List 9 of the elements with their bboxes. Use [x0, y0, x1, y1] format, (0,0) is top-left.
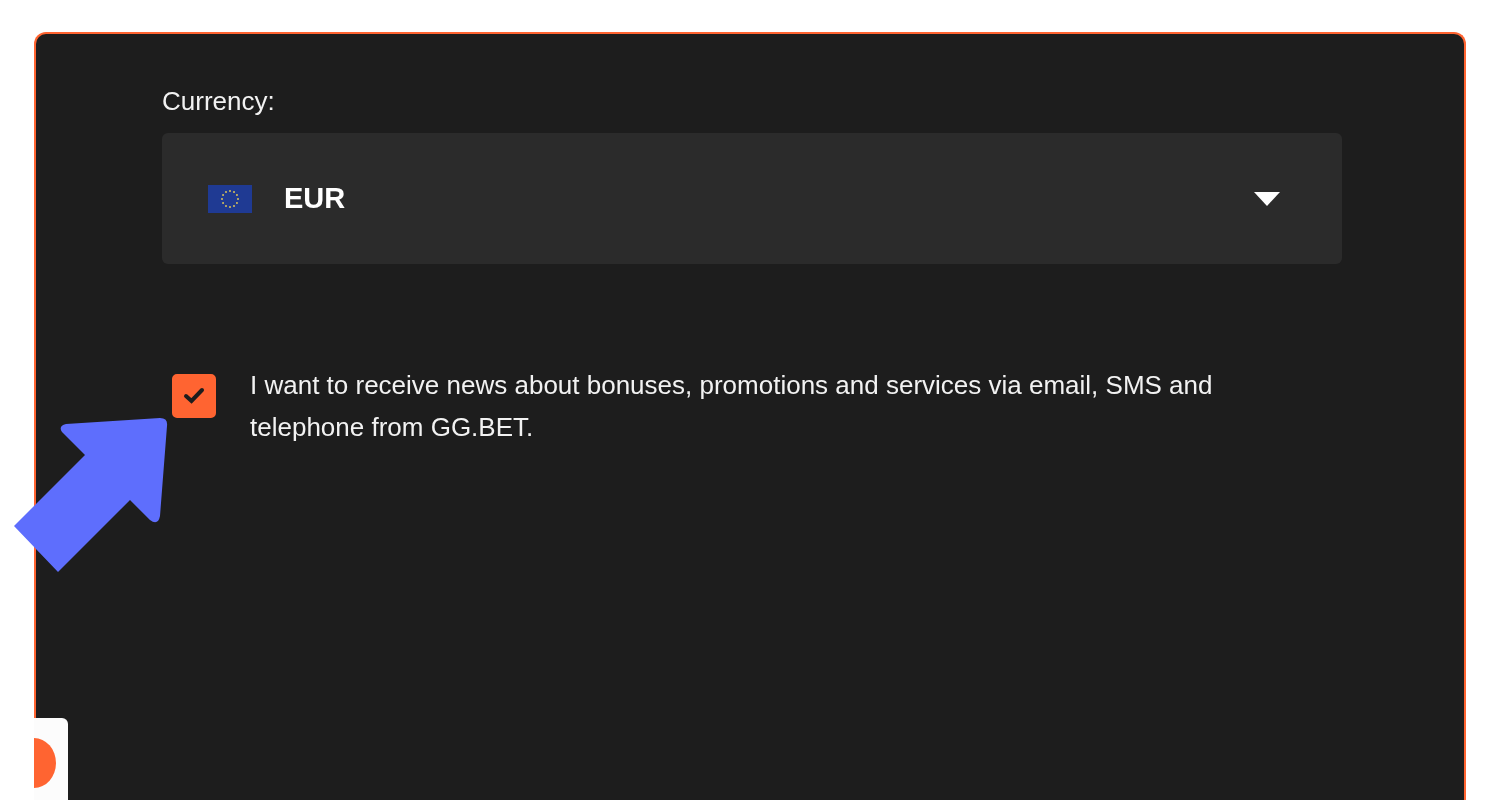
- chat-icon: [34, 738, 56, 788]
- currency-select[interactable]: EUR: [162, 133, 1342, 264]
- caret-icon: [1254, 191, 1280, 206]
- currency-label: Currency:: [162, 86, 276, 117]
- consent-checkbox[interactable]: [172, 374, 216, 418]
- chat-widget[interactable]: [34, 718, 68, 800]
- eu-flag-icon: [208, 184, 252, 213]
- checkmark-icon: [183, 387, 205, 405]
- consent-text: I want to receive news about bonuses, promotions and services via email, SMS and telephone from GG.BET.: [250, 369, 1214, 444]
